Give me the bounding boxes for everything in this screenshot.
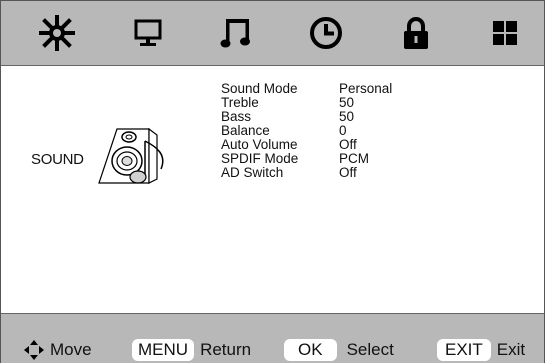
- setting-value: 50: [339, 109, 355, 124]
- setting-row-bass[interactable]: Bass 50: [221, 110, 392, 124]
- setting-row-treble[interactable]: Treble 50: [221, 96, 392, 110]
- setting-label: AD Switch: [221, 165, 284, 180]
- setting-row-spdif-mode[interactable]: SPDIF Mode PCM: [221, 152, 392, 166]
- setting-value: Off: [339, 137, 357, 152]
- monitor-icon: [134, 19, 162, 46]
- tab-time[interactable]: [306, 15, 346, 51]
- clock-icon: [310, 17, 342, 49]
- picture-icon: [39, 15, 75, 51]
- tab-picture[interactable]: [37, 15, 77, 51]
- menu-tab-bar: [1, 1, 544, 66]
- setting-value: 0: [339, 123, 347, 138]
- tab-screen[interactable]: [128, 15, 168, 51]
- ok-hint[interactable]: OK Select: [284, 339, 394, 361]
- setting-value: Off: [339, 165, 357, 180]
- setting-label: SPDIF Mode: [221, 151, 299, 166]
- setting-value: PCM: [339, 151, 369, 166]
- sound-settings-list: Sound Mode Personal Treble 50 Bass 50 Ba…: [221, 82, 392, 180]
- setting-value: Personal: [339, 81, 393, 96]
- setting-label: Balance: [221, 123, 270, 138]
- tv-osd-menu: SOUND Sound Mode Personal Treble 50 Bass…: [0, 0, 545, 363]
- dpad-arrows-icon: [24, 340, 44, 360]
- setting-row-sound-mode[interactable]: Sound Mode Personal: [221, 82, 392, 96]
- move-hint: Move: [23, 339, 92, 361]
- ok-key[interactable]: OK: [284, 339, 337, 361]
- select-label: Select: [346, 340, 394, 359]
- tab-lock[interactable]: [396, 15, 436, 51]
- sound-panel: SOUND Sound Mode Personal Treble 50 Bass…: [1, 66, 544, 313]
- setting-row-ad-switch[interactable]: AD Switch Off: [221, 166, 392, 180]
- tab-setup[interactable]: [485, 15, 525, 51]
- exit-hint[interactable]: EXIT Exit: [437, 339, 525, 361]
- setting-row-balance[interactable]: Balance 0: [221, 124, 392, 138]
- exit-label: Exit: [496, 340, 526, 359]
- menu-hint[interactable]: MENU Return: [132, 339, 251, 361]
- setting-label: Treble: [221, 95, 259, 110]
- setting-label: Auto Volume: [221, 137, 298, 152]
- speaker-icon: [98, 127, 164, 184]
- setting-row-auto-volume[interactable]: Auto Volume Off: [221, 138, 392, 152]
- lock-icon: [404, 17, 428, 49]
- section-title: SOUND: [31, 151, 84, 168]
- setting-value: 50: [339, 95, 355, 110]
- setting-label: Bass: [221, 109, 252, 124]
- menu-key[interactable]: MENU: [132, 339, 195, 361]
- move-label: Move: [50, 340, 92, 359]
- tab-sound[interactable]: [216, 15, 256, 51]
- hint-bar: Move MENU Return OK Select EXIT Exit: [1, 313, 544, 363]
- grid-icon: [493, 21, 517, 45]
- music-note-icon: [220, 19, 250, 48]
- exit-key[interactable]: EXIT: [437, 339, 491, 361]
- setting-label: Sound Mode: [221, 81, 298, 96]
- return-label: Return: [200, 340, 252, 359]
